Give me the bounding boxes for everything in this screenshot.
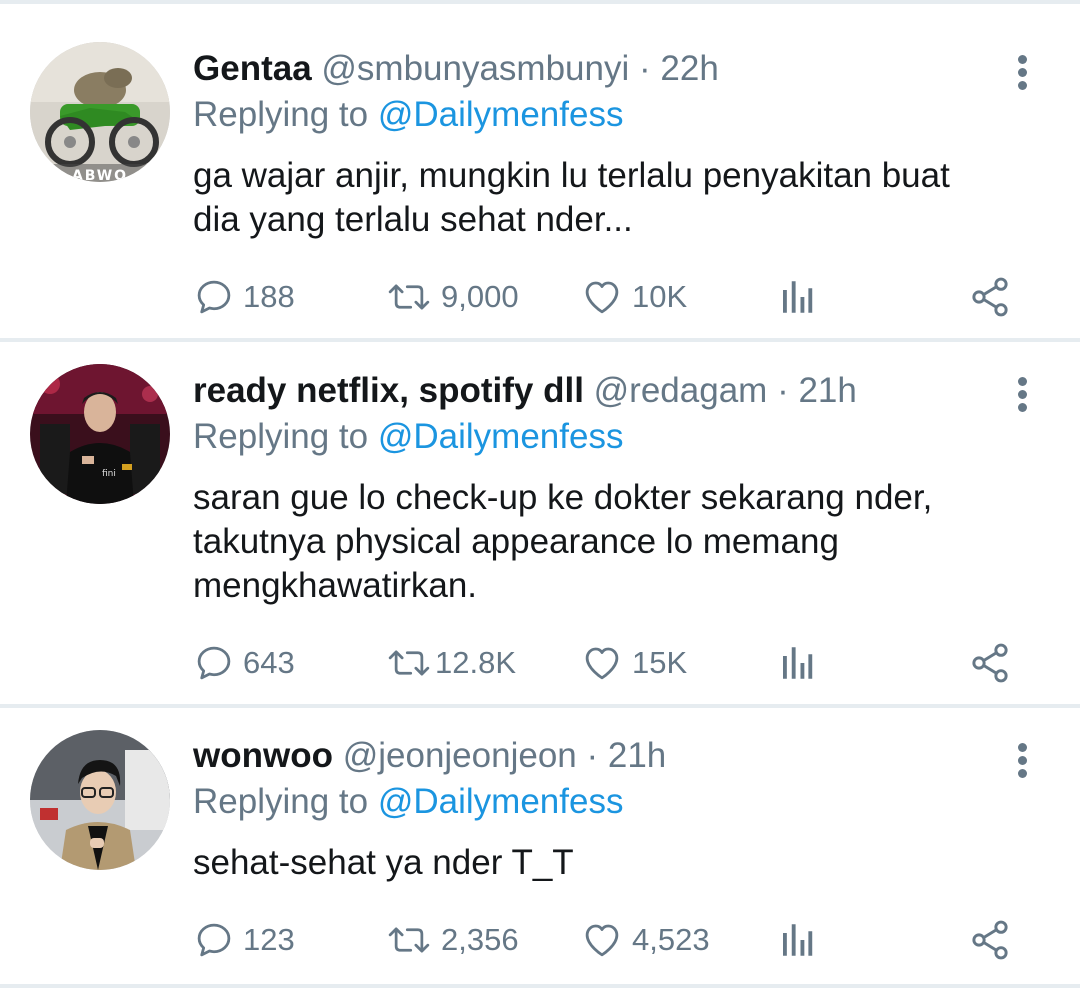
tweet-3[interactable]: wonwoo @jeonjeonjeon · 21h Replying to @…	[0, 708, 1080, 984]
retweet-icon	[388, 284, 430, 310]
retweet-count: 9,000	[441, 279, 519, 314]
reply-icon	[197, 923, 231, 957]
retweet-button[interactable]: 12.8K	[385, 638, 516, 688]
avatar[interactable]	[30, 730, 170, 870]
retweet-icon	[388, 927, 430, 953]
replying-to: Replying to @Dailymenfess	[193, 415, 623, 459]
timestamp[interactable]: 22h	[660, 49, 718, 88]
share-button[interactable]	[968, 638, 1012, 688]
retweet-count: 2,356	[441, 922, 519, 957]
analytics-button[interactable]	[778, 638, 816, 688]
avatar-image	[30, 730, 170, 870]
tweet-text: sehat-sehat ya nder T_T	[193, 841, 1053, 885]
like-button[interactable]: 10K	[580, 272, 687, 322]
display-name[interactable]: Gentaa	[193, 49, 312, 88]
retweet-icon	[388, 650, 430, 676]
retweet-button[interactable]: 9,000	[385, 272, 519, 322]
more-vertical-icon[interactable]	[1010, 740, 1034, 780]
share-icon	[972, 277, 1008, 317]
avatar-text: ABWO	[72, 168, 128, 182]
avatar[interactable]: fini	[30, 364, 170, 504]
like-button[interactable]: 15K	[580, 638, 687, 688]
username[interactable]: @smbunyasmbunyi	[321, 49, 629, 88]
tweet-2[interactable]: fini ready netflix, spotify dll @redagam…	[0, 342, 1080, 704]
reply-count: 643	[243, 645, 295, 680]
tweet-text-line: takutnya physical appearance lo memang	[193, 522, 839, 561]
reply-count: 123	[243, 922, 295, 957]
like-count: 4,523	[632, 922, 710, 957]
tweet-text-line: sehat-sehat ya nder T_T	[193, 843, 574, 882]
tweet-header: ready netflix, spotify dll @redagam · 21…	[193, 369, 857, 413]
username[interactable]: @redagam	[594, 371, 768, 410]
tweet-header: Gentaa @smbunyasmbunyi · 22h	[193, 47, 719, 91]
replying-user-link[interactable]: @Dailymenfess	[378, 782, 624, 821]
reply-icon	[197, 280, 231, 314]
heart-icon	[585, 924, 619, 957]
replying-to: Replying to @Dailymenfess	[193, 780, 623, 824]
heart-icon	[585, 281, 619, 314]
reply-count: 188	[243, 279, 295, 314]
like-count: 15K	[632, 645, 688, 680]
analytics-icon	[783, 647, 813, 679]
tweet-text: ga wajar anjir, mungkin lu terlalu penya…	[193, 154, 1053, 242]
tweet-actions: 188 9,000 10K	[0, 272, 1080, 322]
separator-dot: ·	[586, 736, 599, 775]
more-vertical-icon[interactable]	[1010, 52, 1034, 92]
display-name[interactable]: ready netflix, spotify dll	[193, 371, 584, 410]
tweet-actions: 643 12.8K 15K	[0, 638, 1080, 688]
retweet-count: 12.8K	[435, 645, 517, 680]
replying-prefix: Replying to	[193, 417, 369, 456]
avatar-image: ABWO	[30, 42, 170, 182]
separator-dot: ·	[777, 371, 789, 410]
tweet-text-line: mengkhawatirkan.	[193, 566, 478, 605]
share-icon	[972, 643, 1008, 683]
share-button[interactable]	[968, 915, 1012, 965]
replying-prefix: Replying to	[193, 95, 369, 134]
tweet-text-line: saran gue lo check-up ke dokter sekarang…	[193, 478, 933, 517]
replying-prefix: Replying to	[193, 782, 369, 821]
share-button[interactable]	[968, 272, 1012, 322]
tweet-actions: 123 2,356 4,523	[0, 915, 1080, 965]
tweet-replies-list: ABWO Gentaa @smbunyasmbunyi · 22h Replyi…	[0, 0, 1080, 988]
timestamp[interactable]: 21h	[608, 736, 666, 775]
avatar[interactable]: ABWO	[30, 42, 170, 182]
retweet-button[interactable]: 2,356	[385, 915, 519, 965]
display-name[interactable]: wonwoo	[193, 736, 333, 775]
analytics-icon	[783, 281, 813, 313]
tweet-text-line: dia yang terlalu sehat nder...	[193, 200, 633, 239]
analytics-icon	[783, 924, 813, 956]
more-vertical-icon[interactable]	[1010, 374, 1034, 414]
tweet-1[interactable]: ABWO Gentaa @smbunyasmbunyi · 22h Replyi…	[0, 0, 1080, 338]
avatar-image: fini	[30, 364, 170, 504]
like-count: 10K	[632, 279, 688, 314]
svg-text:fini: fini	[102, 469, 116, 479]
like-button[interactable]: 4,523	[580, 915, 710, 965]
heart-icon	[585, 647, 619, 680]
share-icon	[972, 920, 1008, 960]
reply-button[interactable]: 123	[193, 915, 295, 965]
tweet-header: wonwoo @jeonjeonjeon · 21h	[193, 734, 666, 778]
replying-user-link[interactable]: @Dailymenfess	[378, 417, 624, 456]
replying-to: Replying to @Dailymenfess	[193, 93, 623, 137]
timestamp[interactable]: 21h	[798, 371, 856, 410]
analytics-button[interactable]	[778, 272, 816, 322]
username[interactable]: @jeonjeonjeon	[343, 736, 577, 775]
replying-user-link[interactable]: @Dailymenfess	[378, 95, 624, 134]
separator	[0, 984, 1080, 988]
reply-icon	[197, 646, 231, 680]
tweet-text-line: ga wajar anjir, mungkin lu terlalu penya…	[193, 156, 950, 195]
analytics-button[interactable]	[778, 915, 816, 965]
reply-button[interactable]: 643	[193, 638, 295, 688]
reply-button[interactable]: 188	[193, 272, 295, 322]
tweet-text: saran gue lo check-up ke dokter sekarang…	[193, 476, 1053, 608]
separator-dot: ·	[639, 49, 651, 88]
